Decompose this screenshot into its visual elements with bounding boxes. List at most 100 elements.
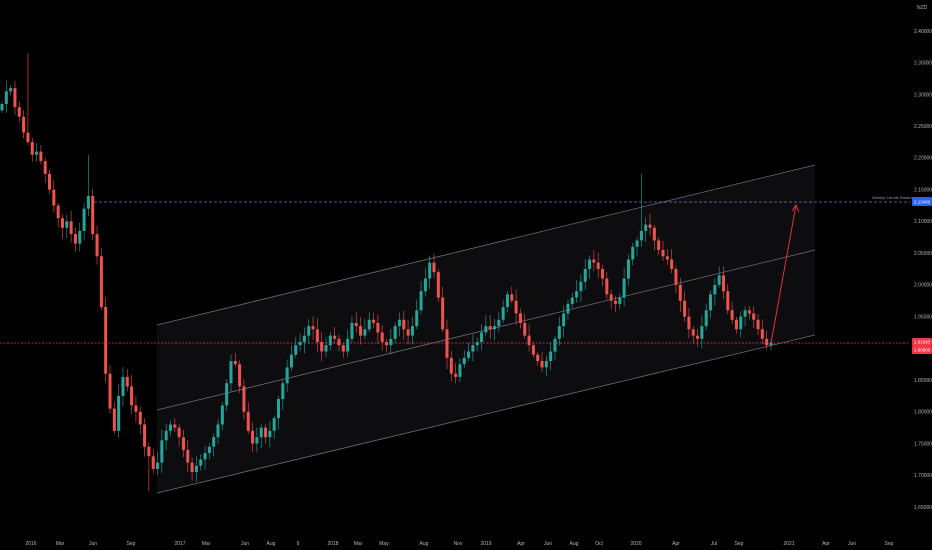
- candle-down[interactable]: [670, 259, 674, 269]
- candle-down[interactable]: [596, 262, 600, 269]
- candle-up[interactable]: [324, 345, 328, 352]
- candle-down[interactable]: [454, 373, 458, 377]
- candle-up[interactable]: [553, 338, 557, 352]
- candle-up[interactable]: [220, 405, 224, 425]
- candle-down[interactable]: [147, 446, 151, 457]
- candle-up[interactable]: [199, 459, 203, 466]
- candle-up[interactable]: [631, 246, 635, 260]
- candle-down[interactable]: [337, 338, 341, 346]
- candle-down[interactable]: [752, 313, 756, 320]
- candle-down[interactable]: [721, 275, 725, 292]
- candle-down[interactable]: [376, 322, 380, 333]
- candle-up[interactable]: [0, 103, 4, 111]
- candle-down[interactable]: [518, 313, 522, 323]
- candle-down[interactable]: [108, 373, 112, 409]
- candle-up[interactable]: [415, 310, 419, 327]
- candle-down[interactable]: [449, 357, 453, 374]
- candle-down[interactable]: [510, 294, 514, 301]
- candle-up[interactable]: [583, 269, 587, 282]
- candle-down[interactable]: [765, 338, 769, 346]
- candle-up[interactable]: [622, 278, 626, 298]
- candle-down[interactable]: [354, 322, 358, 327]
- candle-up[interactable]: [86, 196, 90, 209]
- candle-up[interactable]: [82, 208, 86, 231]
- candle-up[interactable]: [484, 326, 488, 333]
- candle-up[interactable]: [346, 338, 350, 352]
- candle-down[interactable]: [696, 335, 700, 339]
- candle-up[interactable]: [164, 430, 168, 441]
- candle-down[interactable]: [359, 326, 363, 336]
- candle-up[interactable]: [160, 440, 164, 463]
- candle-up[interactable]: [471, 345, 475, 352]
- candle-down[interactable]: [406, 329, 410, 336]
- candle-up[interactable]: [65, 221, 69, 228]
- candle-down[interactable]: [26, 132, 30, 143]
- candle-up[interactable]: [635, 240, 639, 247]
- candle-down[interactable]: [730, 310, 734, 320]
- candle-down[interactable]: [30, 142, 34, 155]
- candle-down[interactable]: [52, 189, 56, 206]
- candle-up[interactable]: [549, 351, 553, 362]
- candle-up[interactable]: [639, 230, 643, 241]
- candle-down[interactable]: [441, 297, 445, 330]
- candle-down[interactable]: [756, 319, 760, 330]
- candle-up[interactable]: [4, 91, 8, 104]
- candle-down[interactable]: [320, 341, 324, 352]
- candle-up[interactable]: [700, 326, 704, 339]
- candle-up[interactable]: [194, 465, 198, 473]
- candle-up[interactable]: [367, 319, 371, 330]
- candle-up[interactable]: [492, 326, 497, 330]
- candle-down[interactable]: [341, 345, 345, 352]
- candle-up[interactable]: [575, 291, 579, 298]
- candle-down[interactable]: [22, 116, 26, 133]
- candle-down[interactable]: [177, 427, 181, 438]
- candle-up[interactable]: [570, 297, 574, 304]
- candle-down[interactable]: [380, 332, 384, 342]
- candle-up[interactable]: [289, 354, 293, 368]
- candle-up[interactable]: [618, 297, 622, 304]
- candle-down[interactable]: [13, 88, 17, 108]
- candle-up[interactable]: [328, 335, 332, 346]
- candle-up[interactable]: [579, 281, 583, 292]
- candle-up[interactable]: [35, 151, 39, 155]
- candle-up[interactable]: [644, 224, 648, 231]
- candle-down[interactable]: [648, 224, 652, 228]
- candle-up[interactable]: [410, 326, 414, 336]
- candle-down[interactable]: [384, 341, 389, 346]
- candle-down[interactable]: [609, 294, 613, 301]
- candle-up[interactable]: [588, 259, 592, 269]
- candle-up[interactable]: [207, 446, 211, 454]
- candle-up[interactable]: [566, 303, 570, 314]
- candle-down[interactable]: [592, 259, 596, 263]
- candle-down[interactable]: [186, 449, 190, 463]
- candle-down[interactable]: [138, 411, 142, 425]
- candle-up[interactable]: [480, 332, 484, 342]
- candle-down[interactable]: [251, 430, 255, 444]
- candle-up[interactable]: [397, 319, 401, 327]
- candle-down[interactable]: [242, 386, 246, 412]
- candle-down[interactable]: [91, 196, 95, 235]
- candle-down[interactable]: [372, 319, 376, 323]
- candle-up[interactable]: [9, 88, 13, 92]
- candle-up[interactable]: [423, 278, 427, 292]
- candle-down[interactable]: [687, 316, 691, 330]
- candle-up[interactable]: [268, 430, 272, 438]
- candle-up[interactable]: [78, 230, 82, 244]
- candle-down[interactable]: [233, 361, 237, 365]
- candle-up[interactable]: [393, 326, 397, 339]
- candle-down[interactable]: [683, 300, 687, 317]
- candle-down[interactable]: [134, 405, 138, 412]
- candle-down[interactable]: [488, 326, 492, 330]
- candle-down[interactable]: [674, 269, 678, 285]
- candle-up[interactable]: [562, 313, 566, 327]
- candle-up[interactable]: [704, 310, 708, 327]
- candle-down[interactable]: [613, 300, 617, 304]
- candle-up[interactable]: [203, 453, 207, 460]
- candle-down[interactable]: [536, 354, 540, 362]
- candle-down[interactable]: [246, 411, 250, 431]
- candle-down[interactable]: [190, 462, 194, 473]
- candle-up[interactable]: [117, 395, 121, 431]
- candle-up[interactable]: [419, 291, 423, 311]
- candle-down[interactable]: [527, 335, 531, 346]
- candle-up[interactable]: [156, 462, 160, 469]
